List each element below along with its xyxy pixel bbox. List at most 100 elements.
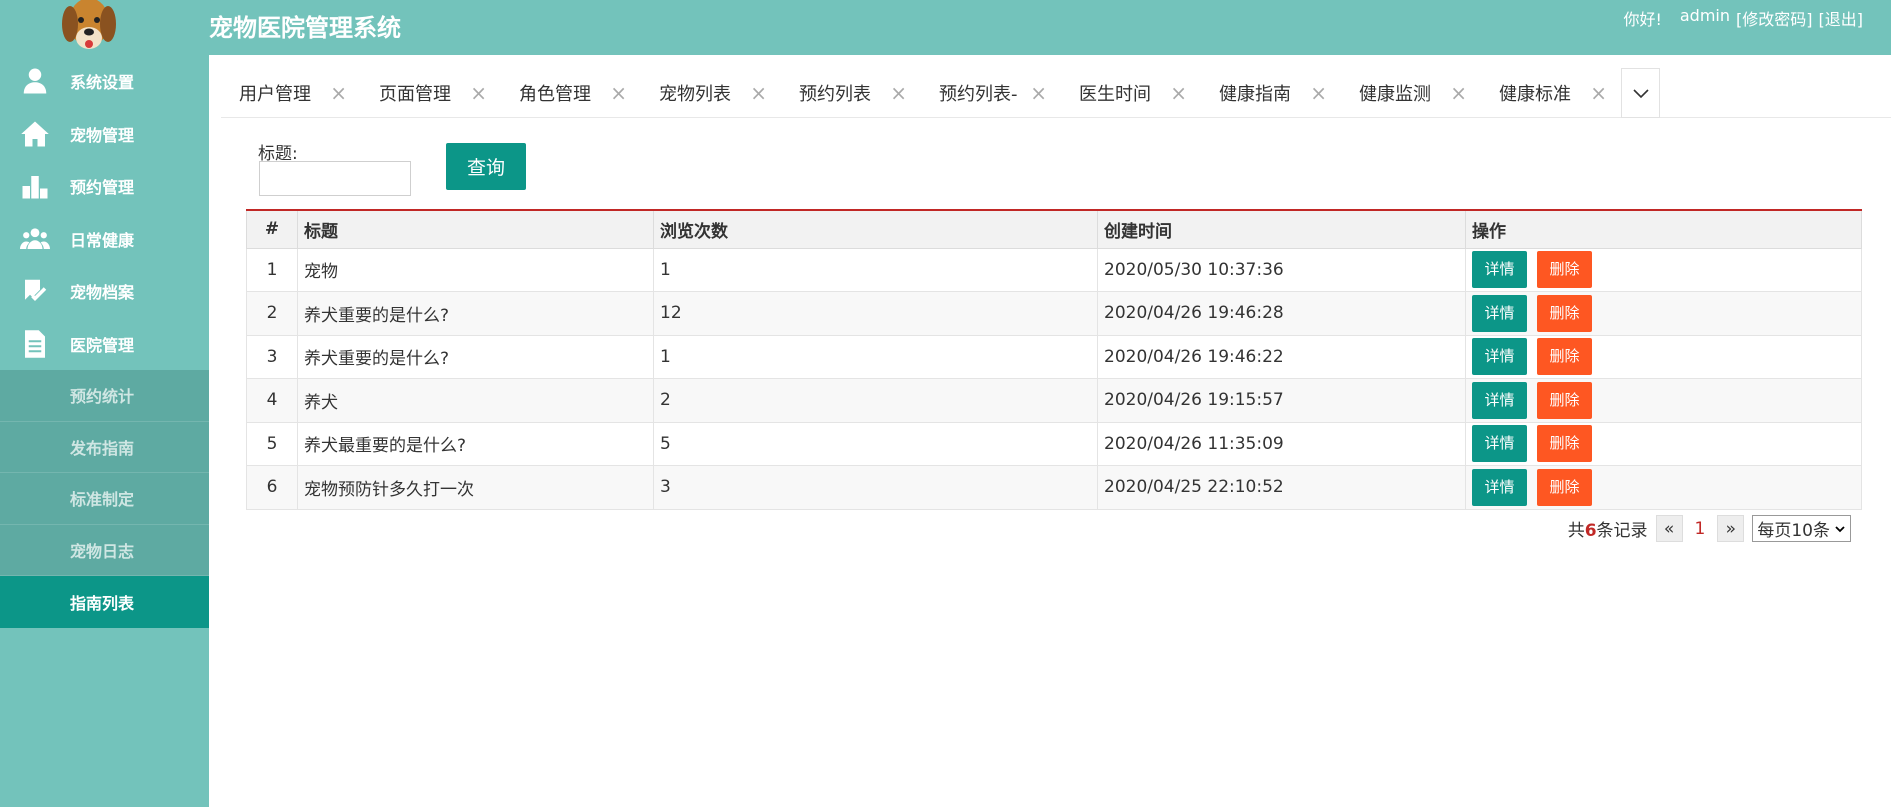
close-icon[interactable]: × — [610, 81, 627, 105]
tab-health-guide[interactable]: 健康指南 × — [1201, 68, 1341, 118]
cell-index: 4 — [246, 378, 298, 423]
bar-chart-icon — [0, 171, 70, 201]
cell-actions: 详情 删除 — [1465, 247, 1862, 292]
tab-label: 预约列表 — [799, 84, 871, 105]
close-icon[interactable]: × — [1030, 81, 1047, 105]
check-icon — [0, 276, 70, 306]
tab-health-standard[interactable]: 健康标准 × — [1481, 68, 1621, 118]
cell-index: 6 — [246, 465, 298, 510]
close-icon[interactable]: × — [750, 81, 767, 105]
logout-link[interactable]: [退出] — [1819, 6, 1864, 30]
sidebar-item-system-settings[interactable]: 系统设置 — [0, 55, 209, 108]
tab-bar: 用户管理 × 页面管理 × 角色管理 × 宠物列表 × 预约列表 × 预约列表- × 医生时… — [221, 68, 1891, 118]
page-size-value: 每页10条 — [1757, 521, 1830, 541]
close-icon[interactable]: × — [330, 81, 347, 105]
tab-user-management[interactable]: 用户管理 × — [221, 68, 361, 118]
detail-button[interactable]: 详情 — [1472, 468, 1527, 506]
table-row: 6 宠物预防针多久打一次 3 2020/04/25 22:10:52 详情 删除 — [246, 465, 1862, 510]
cell-title: 养犬 — [297, 378, 654, 423]
close-icon[interactable]: × — [1450, 81, 1467, 105]
sidebar-item-daily-health[interactable]: 日常健康 — [0, 213, 209, 266]
sidebar-subitem-guide-list[interactable]: 指南列表 — [0, 576, 209, 628]
record-count-prefix: 共 — [1567, 521, 1585, 541]
search-title-input[interactable] — [259, 161, 411, 196]
delete-button[interactable]: 删除 — [1537, 251, 1592, 289]
column-header-created: 创建时间 — [1097, 209, 1466, 249]
cell-created: 2020/04/26 11:35:09 — [1097, 421, 1466, 466]
record-count-total: 6 — [1584, 521, 1597, 541]
close-icon[interactable]: × — [1170, 81, 1187, 105]
chevron-down-icon — [1632, 89, 1649, 99]
tab-more-button[interactable] — [1621, 68, 1660, 118]
table-row: 3 养犬重要的是什么? 1 2020/04/26 19:46:22 详情 删除 — [246, 334, 1862, 379]
column-header-title: 标题 — [297, 209, 654, 249]
detail-button[interactable]: 详情 — [1472, 425, 1527, 463]
tab-label: 健康指南 — [1219, 84, 1291, 105]
record-count-suffix: 条记录 — [1596, 521, 1648, 541]
prev-page-button[interactable]: « — [1655, 515, 1683, 542]
greeting-text: 你好! — [1623, 10, 1662, 29]
tab-label: 医生时间 — [1079, 84, 1151, 105]
detail-button[interactable]: 详情 — [1472, 251, 1527, 289]
delete-button[interactable]: 删除 — [1537, 381, 1592, 419]
tab-appointment-list[interactable]: 预约列表 × — [781, 68, 921, 118]
cell-views: 3 — [653, 465, 1098, 510]
sidebar-item-label: 医院管理 — [70, 335, 135, 355]
detail-button[interactable]: 详情 — [1472, 294, 1527, 332]
delete-button[interactable]: 删除 — [1537, 468, 1592, 506]
cell-title: 养犬重要的是什么? — [297, 334, 654, 379]
next-page-button[interactable]: » — [1717, 515, 1745, 542]
close-icon[interactable]: × — [470, 81, 487, 105]
column-header-views: 浏览次数 — [653, 209, 1098, 249]
detail-button[interactable]: 详情 — [1472, 381, 1527, 419]
cell-index: 2 — [246, 291, 298, 336]
tab-label: 用户管理 — [239, 84, 311, 105]
cell-index: 1 — [246, 247, 298, 292]
sidebar-item-appointment-management[interactable]: 预约管理 — [0, 160, 209, 213]
cell-created: 2020/04/26 19:46:28 — [1097, 291, 1466, 336]
page-size-select[interactable]: 每页10条 — [1752, 515, 1851, 542]
sidebar-subitem-publish-guide[interactable]: 发布指南 — [0, 421, 209, 473]
table-row: 1 宠物 1 2020/05/30 10:37:36 详情 删除 — [246, 247, 1862, 292]
sidebar-subitem-pet-log[interactable]: 宠物日志 — [0, 524, 209, 576]
username-link[interactable]: admin — [1680, 6, 1730, 30]
cell-created: 2020/04/26 19:46:22 — [1097, 334, 1466, 379]
close-icon[interactable]: × — [890, 81, 907, 105]
delete-button[interactable]: 删除 — [1537, 425, 1592, 463]
close-icon[interactable]: × — [1590, 81, 1607, 105]
sidebar: 系统设置 宠物管理 预约管理 日常健康 宠物档案 医院管理 预约统计 发布指南 … — [0, 55, 209, 807]
column-header-actions: 操作 — [1465, 209, 1862, 249]
delete-button[interactable]: 删除 — [1537, 338, 1592, 376]
delete-button[interactable]: 删除 — [1537, 294, 1592, 332]
user-area: 你好! admin [修改密码] [退出] — [1623, 6, 1863, 30]
cell-actions: 详情 删除 — [1465, 465, 1862, 510]
tab-page-management[interactable]: 页面管理 × — [361, 68, 501, 118]
table-row: 5 养犬最重要的是什么? 5 2020/04/26 11:35:09 详情 删除 — [246, 421, 1862, 466]
detail-button[interactable]: 详情 — [1472, 338, 1527, 376]
tab-role-management[interactable]: 角色管理 × — [501, 68, 641, 118]
cell-views: 5 — [653, 421, 1098, 466]
dog-logo-icon — [62, 0, 116, 49]
tab-label: 健康标准 — [1499, 84, 1571, 105]
current-page[interactable]: 1 — [1691, 519, 1710, 539]
sidebar-subitem-appointment-stats[interactable]: 预约统计 — [0, 370, 209, 422]
tab-label: 健康监测 — [1359, 84, 1431, 105]
chevron-down-icon — [1835, 525, 1845, 532]
tab-health-monitor[interactable]: 健康监测 × — [1341, 68, 1481, 118]
sidebar-subitem-standards[interactable]: 标准制定 — [0, 473, 209, 525]
table-row: 4 养犬 2 2020/04/26 19:15:57 详情 删除 — [246, 378, 1862, 423]
change-password-link[interactable]: [修改密码] — [1736, 6, 1813, 30]
tab-appointment-list-2[interactable]: 预约列表- × — [921, 68, 1061, 118]
top-header: 宠物医院管理系统 你好! admin [修改密码] [退出] — [0, 0, 1891, 55]
tab-pet-list[interactable]: 宠物列表 × — [641, 68, 781, 118]
sidebar-item-pet-records[interactable]: 宠物档案 — [0, 265, 209, 318]
sidebar-item-pet-management[interactable]: 宠物管理 — [0, 108, 209, 161]
close-icon[interactable]: × — [1310, 81, 1327, 105]
tab-label: 宠物列表 — [659, 84, 731, 105]
sidebar-item-label: 系统设置 — [70, 73, 135, 93]
tab-doctor-time[interactable]: 医生时间 × — [1061, 68, 1201, 118]
tab-label: 预约列表- — [939, 84, 1018, 105]
sidebar-item-hospital-management[interactable]: 医院管理 — [0, 318, 209, 371]
cell-actions: 详情 删除 — [1465, 334, 1862, 379]
query-button[interactable]: 查询 — [446, 143, 526, 190]
